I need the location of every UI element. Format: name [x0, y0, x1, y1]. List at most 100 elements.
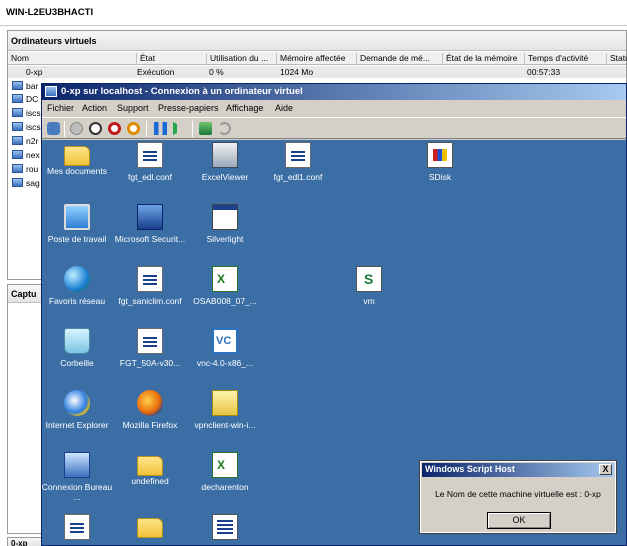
doc-icon — [285, 142, 311, 168]
table-row[interactable]: 0-xp Exécution 0 % 1024 Mo 00:57:33 — [8, 66, 626, 78]
vm-window-titlebar[interactable]: 0-xp sur localhost - Connexion à un ordi… — [42, 84, 626, 100]
globe-icon — [64, 266, 90, 292]
desktop-icon[interactable]: Silverlight — [187, 204, 263, 244]
desktop-icon[interactable]: vpnclient-win-i... — [187, 390, 263, 430]
vm-icon — [12, 81, 23, 90]
vm-name: 0-xp — [26, 67, 43, 77]
windows-script-host-dialog: Windows Script Host X Le Nom de cette ma… — [419, 460, 617, 534]
desktop-icon[interactable]: vm — [331, 266, 407, 306]
vm-row-name: n2r — [26, 136, 39, 146]
column-header-memory-demand[interactable]: Demande de mé... — [357, 53, 443, 65]
vm-icon — [12, 164, 23, 173]
desktop-icon-label: Mes documents — [47, 166, 107, 176]
desktop-icon-label: ExcelViewer — [201, 172, 249, 182]
doc-icon — [137, 328, 163, 354]
desktop-icon[interactable]: Mes documents — [42, 142, 115, 176]
desktop-icon[interactable]: Internet Explorer — [42, 390, 115, 430]
desktop-icon-label: Silverlight — [206, 234, 244, 244]
vm-row-name: sag — [26, 178, 40, 188]
column-header-status[interactable]: Statu — [607, 53, 627, 65]
desktop-icon[interactable]: Poste de travail — [42, 204, 115, 244]
vm-menubar: Fichier Action Support Presse-papiers Af… — [42, 101, 626, 116]
desktop-icon[interactable]: fgt_saniclim.conf — [112, 266, 188, 306]
desktop-icon-label: OSAB008_07_... — [193, 296, 257, 306]
desktop-icon[interactable]: Microsoft Securit... — [112, 204, 188, 244]
column-header-name[interactable]: Nom — [8, 53, 137, 65]
sec-icon — [137, 204, 163, 230]
doc-icon — [137, 142, 163, 168]
desktop-icon[interactable]: ExcelViewer — [187, 142, 263, 182]
desktop-icon[interactable]: vnc-4.0-x86_... — [187, 328, 263, 368]
desktop-icon-label: fgt_edl1.conf — [273, 172, 323, 182]
snapshot-icon[interactable] — [199, 122, 212, 135]
revert-icon[interactable] — [218, 122, 231, 135]
desktop-icon[interactable]: fgt_edl.conf — [112, 142, 188, 182]
zip-icon — [212, 390, 238, 416]
dialog-title: Windows Script Host — [425, 464, 515, 474]
desktop-icon[interactable]: decharenton — [187, 452, 263, 492]
xls-icon — [212, 266, 238, 292]
ctrl-alt-del-icon[interactable] — [47, 122, 60, 135]
desktop-icon-label: undefined — [131, 476, 169, 486]
captures-title-text: Captu — [11, 289, 37, 299]
desktop-icon-label: vm — [363, 296, 375, 306]
desktop-icon-label: Corbeille — [60, 358, 94, 368]
desktop-icon[interactable]: fgt_edl1.conf — [260, 142, 336, 182]
desktop-icon-label: Internet Explorer — [45, 420, 109, 430]
vm-table-header: Nom État Utilisation du ... Mémoire affe… — [8, 52, 627, 65]
toolbar-separator — [192, 121, 193, 137]
desktop-icon-label: Microsoft Securit... — [114, 234, 186, 244]
vm-icon — [12, 136, 23, 145]
column-header-memory[interactable]: Mémoire affectée — [277, 53, 357, 65]
desktop-icon-label: fgt_saniclim.conf — [118, 296, 182, 306]
dialog-titlebar[interactable]: Windows Script Host X — [422, 463, 614, 477]
menu-affichage[interactable]: Affichage — [226, 103, 263, 113]
column-header-state[interactable]: État — [137, 53, 207, 65]
menu-fichier[interactable]: Fichier — [47, 103, 74, 113]
close-icon[interactable]: X — [599, 464, 612, 475]
start-icon[interactable] — [70, 122, 83, 135]
desktop-icon[interactable]: Mozilla Firefox — [112, 390, 188, 430]
reset-icon[interactable] — [173, 122, 186, 135]
desktop-icon[interactable]: FGT_50A-v30... — [112, 328, 188, 368]
ff-icon — [137, 390, 163, 416]
desktop-icon-label: FGT_50A-v30... — [119, 358, 181, 368]
desktop-icon-label: Mozilla Firefox — [122, 420, 178, 430]
toolbar-separator — [64, 121, 65, 137]
menu-action[interactable]: Action — [82, 103, 107, 113]
desktop-icon[interactable]: Favoris réseau — [42, 266, 115, 306]
vm-row-name: iscs — [26, 122, 41, 132]
menu-support[interactable]: Support — [117, 103, 149, 113]
menu-aide[interactable]: Aide — [275, 103, 293, 113]
turn-off-icon[interactable] — [89, 122, 102, 135]
toolbar-separator — [146, 121, 147, 137]
desktop-icon[interactable] — [42, 514, 115, 540]
virtual-machines-title-text: Ordinateurs virtuels — [11, 36, 97, 46]
desktop-icon-label: fgt_edl.conf — [128, 172, 172, 182]
ok-button[interactable]: OK — [487, 512, 551, 529]
desktop-icon[interactable]: SDisk — [402, 142, 478, 182]
folder-icon — [137, 456, 163, 476]
pause-icon[interactable] — [154, 122, 167, 135]
desktop-icon[interactable] — [187, 514, 263, 540]
vm-icon — [12, 178, 23, 187]
desktop-icon[interactable]: undefined — [112, 452, 188, 486]
column-header-memory-state[interactable]: État de la mémoire — [443, 53, 525, 65]
desktop-icon[interactable] — [112, 514, 188, 538]
desktop-icon[interactable]: Corbeille — [42, 328, 115, 368]
column-header-uptime[interactable]: Temps d'activité — [525, 53, 607, 65]
desktop-icon[interactable]: Connexion Bureau ... — [42, 452, 115, 502]
folder-icon — [137, 518, 163, 538]
vm-toolbar — [42, 117, 626, 139]
vm-row-name: nex — [26, 150, 40, 160]
shutdown-icon[interactable] — [108, 122, 121, 135]
menu-presse-papiers[interactable]: Presse-papiers — [158, 103, 219, 113]
column-header-cpu[interactable]: Utilisation du ... — [207, 53, 277, 65]
desktop-icon-label: SDisk — [428, 172, 452, 182]
desktop-icon-label: Favoris réseau — [48, 296, 106, 306]
vm-window-icon — [45, 86, 57, 97]
vm-icon — [12, 108, 23, 117]
list-icon — [212, 514, 238, 540]
desktop-icon[interactable]: OSAB008_07_... — [187, 266, 263, 306]
save-state-icon[interactable] — [127, 122, 140, 135]
